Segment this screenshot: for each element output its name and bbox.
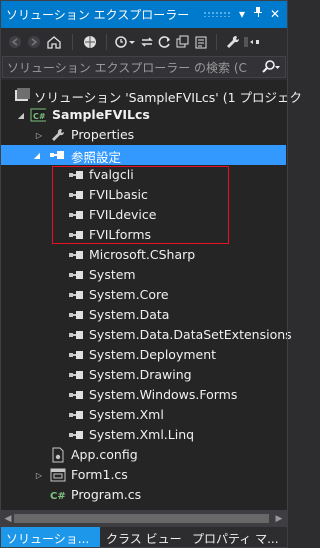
panel-title: ソリューション エクスプローラー bbox=[6, 7, 190, 22]
tree-item-reference[interactable]: System.Xml bbox=[0, 405, 286, 425]
tree-item-label: System.Drawing bbox=[89, 367, 192, 382]
dropdown-icon[interactable]: ▾ bbox=[234, 5, 250, 23]
tree-item-reference[interactable]: System.Core bbox=[0, 285, 286, 305]
tree-item-label: Program.cs bbox=[71, 487, 142, 502]
tree-item-label: System.Windows.Forms bbox=[89, 387, 238, 402]
assembly-icon bbox=[68, 247, 84, 263]
assembly-icon bbox=[68, 307, 84, 323]
tree-item-label: App.config bbox=[71, 447, 138, 462]
tree-item-label: Properties bbox=[71, 127, 135, 142]
tree-item-label: Form1.cs bbox=[71, 467, 128, 482]
assembly-icon bbox=[68, 347, 84, 363]
tree-item-app-config[interactable]: App.config bbox=[0, 445, 286, 465]
pin-icon[interactable] bbox=[250, 5, 266, 23]
pending-changes-filter-icon[interactable] bbox=[114, 33, 136, 51]
assembly-icon bbox=[68, 267, 84, 283]
csharp-file-icon: C# bbox=[50, 487, 66, 503]
search-input[interactable]: ソリューション エクスプローラー の検索 (C bbox=[3, 59, 257, 76]
tree-item-reference[interactable]: System.Deployment bbox=[0, 345, 286, 365]
csharp-project-icon: C# bbox=[30, 107, 46, 123]
collapsed-arrow-icon[interactable]: ▷ bbox=[34, 125, 44, 145]
sync-icon[interactable] bbox=[140, 33, 154, 51]
tree-item-label: Microsoft.CSharp bbox=[89, 247, 196, 262]
refresh-icon[interactable] bbox=[158, 33, 172, 51]
tab-properties[interactable]: プロパティ マ... bbox=[186, 527, 288, 548]
tree-item-label: SampleFVILcs bbox=[52, 107, 150, 122]
tree-item-label: ソリューション 'SampleFVILcs' (1 プロジェク bbox=[34, 90, 303, 105]
home-icon[interactable] bbox=[46, 33, 62, 51]
tab-solution-explorer[interactable]: ソリューショ... bbox=[0, 527, 100, 548]
tree-item-label: System.Xml.Linq bbox=[89, 427, 195, 442]
tree-item-reference[interactable]: Microsoft.CSharp bbox=[0, 245, 286, 265]
svg-text:C#: C# bbox=[33, 112, 46, 121]
tree-item-label: System bbox=[89, 267, 136, 282]
tree-item-properties[interactable]: ▷ Properties bbox=[0, 125, 286, 145]
assembly-icon bbox=[68, 427, 84, 443]
tree-item-label: 参照設定 bbox=[71, 150, 122, 165]
collapsed-arrow-icon[interactable]: ▷ bbox=[34, 465, 44, 485]
properties-wrench-icon[interactable] bbox=[226, 33, 240, 51]
drag-grip[interactable] bbox=[203, 11, 231, 17]
collapse-all-icon[interactable] bbox=[176, 33, 190, 51]
search-box[interactable]: ソリューション エクスプローラー の検索 (C bbox=[2, 56, 286, 78]
references-icon bbox=[49, 147, 65, 163]
assembly-icon bbox=[68, 387, 84, 403]
tree-item-reference[interactable]: System.Xml.Linq bbox=[0, 425, 286, 445]
config-file-icon bbox=[50, 447, 66, 463]
tree-item-project[interactable]: ◢ C# SampleFVILcs bbox=[0, 105, 286, 125]
bottom-tabs: ソリューショ... クラス ビュー プロパティ マ... bbox=[0, 527, 288, 548]
assembly-icon bbox=[68, 407, 84, 423]
highlight-box bbox=[52, 166, 229, 244]
tree-item-label: System.Deployment bbox=[89, 347, 217, 362]
preview-icon[interactable] bbox=[244, 33, 260, 51]
search-icon[interactable] bbox=[257, 57, 285, 77]
tree-item-references[interactable]: ◢ 参照設定 bbox=[0, 145, 286, 165]
close-icon[interactable]: ✕ bbox=[267, 5, 283, 23]
horizontal-scrollbar[interactable]: ◀ ▶ bbox=[0, 510, 288, 527]
tab-class-view[interactable]: クラス ビュー bbox=[100, 527, 186, 548]
tree-item-solution[interactable]: ソリューション 'SampleFVILcs' (1 プロジェク bbox=[0, 85, 302, 105]
tree-item-label: System.Core bbox=[89, 287, 169, 302]
tree-item-reference[interactable]: System.Drawing bbox=[0, 365, 286, 385]
scroll-thumb[interactable] bbox=[14, 514, 269, 523]
scroll-left-icon[interactable]: ◀ bbox=[2, 513, 14, 524]
switch-views-icon[interactable] bbox=[82, 33, 98, 51]
wrench-icon bbox=[50, 127, 66, 143]
tree-item-program[interactable]: C# Program.cs bbox=[0, 485, 286, 505]
title-bar: ソリューション エクスプローラー ▾ ✕ bbox=[0, 0, 288, 28]
tree-item-reference[interactable]: System.Windows.Forms bbox=[0, 385, 286, 405]
solution-icon bbox=[14, 87, 30, 103]
assembly-icon bbox=[68, 287, 84, 303]
forward-icon[interactable] bbox=[27, 33, 41, 51]
svg-text:C#: C# bbox=[50, 491, 66, 502]
toolbar bbox=[0, 28, 288, 56]
scroll-right-icon[interactable]: ▶ bbox=[273, 513, 285, 524]
tree-item-reference[interactable]: System bbox=[0, 265, 286, 285]
expand-arrow-icon[interactable]: ◢ bbox=[16, 105, 26, 125]
show-all-files-icon[interactable] bbox=[194, 33, 208, 51]
tree-item-label: System.Xml bbox=[89, 407, 164, 422]
assembly-icon bbox=[68, 327, 84, 343]
solution-tree: ソリューション 'SampleFVILcs' (1 プロジェク ◢ C# Sam… bbox=[0, 80, 302, 510]
assembly-icon bbox=[68, 367, 84, 383]
form-file-icon bbox=[50, 467, 66, 483]
tree-item-reference[interactable]: System.Data.DataSetExtensions bbox=[0, 325, 292, 345]
back-icon[interactable] bbox=[8, 33, 22, 51]
tree-item-reference[interactable]: System.Data bbox=[0, 305, 286, 325]
tree-item-form1[interactable]: ▷ Form1.cs bbox=[0, 465, 286, 485]
tree-item-label: System.Data bbox=[89, 307, 170, 322]
tree-item-label: System.Data.DataSetExtensions bbox=[89, 327, 292, 342]
expand-arrow-icon[interactable]: ◢ bbox=[32, 145, 42, 165]
